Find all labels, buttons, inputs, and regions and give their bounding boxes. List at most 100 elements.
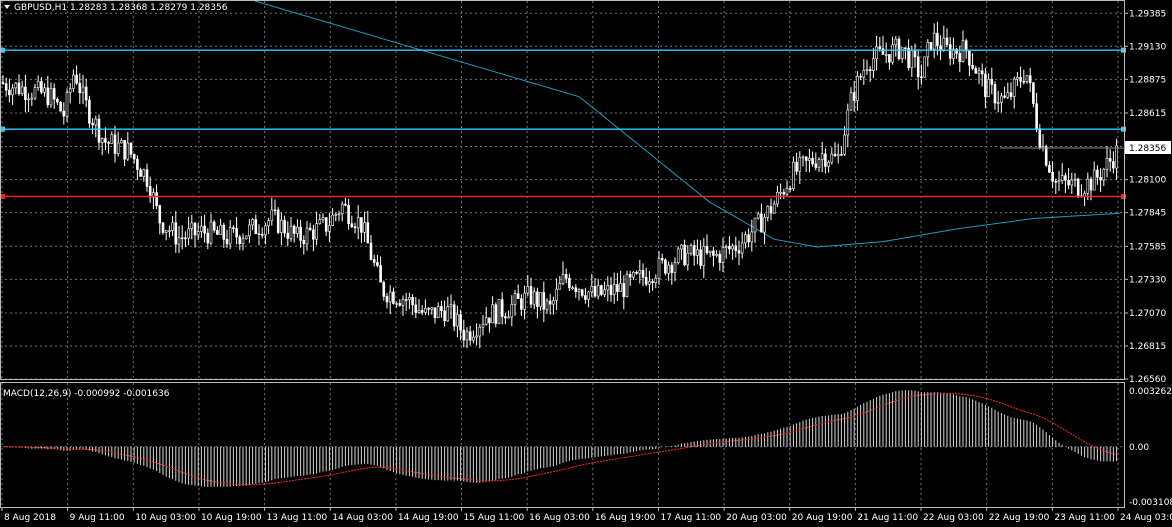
candle-body xyxy=(808,157,811,161)
macd-tick-label: 0.00 xyxy=(1129,443,1149,453)
candle-body xyxy=(817,159,821,168)
candle-body xyxy=(452,304,456,327)
candle-body xyxy=(472,336,475,341)
candle-body xyxy=(513,293,517,305)
candle-body xyxy=(440,306,443,311)
candle-body xyxy=(891,44,894,63)
candle-body xyxy=(843,134,846,155)
candle-body xyxy=(692,245,696,256)
candle-body xyxy=(283,219,286,234)
candle-body xyxy=(1025,75,1029,82)
candle-body xyxy=(1022,80,1026,83)
horizontal-levels-layer[interactable] xyxy=(0,47,1126,199)
candle-body xyxy=(593,286,597,297)
candle-body xyxy=(462,329,466,341)
dropdown-triangle-icon[interactable] xyxy=(4,5,10,9)
time-tick-label: 14 Aug 19:00 xyxy=(398,513,459,523)
candle-body xyxy=(750,231,754,243)
candle-body xyxy=(411,297,414,306)
candle-body xyxy=(603,289,606,295)
candle-body xyxy=(212,221,216,231)
candle-body xyxy=(222,224,226,240)
candle-body xyxy=(219,224,222,235)
time-axis[interactable]: 8 Aug 2018 9 Aug 11:00 10 Aug 03:00 10 Aug … xyxy=(1,507,1172,523)
price-tick-label: 1.28875 xyxy=(1129,75,1166,85)
current-price-label: 1.28356 xyxy=(1129,144,1166,154)
candle-body xyxy=(110,134,114,144)
candle-body xyxy=(289,225,293,239)
candle-body xyxy=(401,299,405,306)
price-tick-label: 1.27330 xyxy=(1129,275,1166,285)
candle-body xyxy=(1057,180,1061,183)
candle-body xyxy=(548,300,552,305)
candle-body xyxy=(376,262,379,266)
candle-body xyxy=(510,304,514,318)
candle-body xyxy=(433,307,437,319)
candle-body xyxy=(760,213,763,233)
candle-body xyxy=(414,304,418,313)
candle-body xyxy=(148,186,152,198)
candle-body xyxy=(795,161,798,172)
candle-body xyxy=(232,227,235,229)
candle-body xyxy=(142,169,146,177)
candle-body xyxy=(136,158,139,171)
candle-body xyxy=(286,232,290,239)
candle-body xyxy=(542,292,546,310)
candle-body xyxy=(584,295,587,300)
candle-body xyxy=(68,88,72,93)
candle-body xyxy=(97,118,101,143)
candle-body xyxy=(782,191,786,195)
candle-body xyxy=(980,70,984,75)
candle-body xyxy=(46,87,50,106)
candle-body xyxy=(436,306,440,319)
candle-body xyxy=(1102,168,1106,181)
candle-body xyxy=(516,293,520,299)
macd-tick-label: -0.003108 xyxy=(1129,498,1172,508)
candle-body xyxy=(177,237,181,245)
candle-body xyxy=(814,163,818,168)
candle-body xyxy=(840,153,843,156)
candle-body xyxy=(1035,103,1038,129)
price-axis[interactable]: 1.29385 1.29130 1.28875 1.28615 1.28100 1.278… xyxy=(1124,9,1166,385)
candle-body xyxy=(225,239,229,245)
candle-body xyxy=(369,242,373,260)
candle-body xyxy=(1000,95,1003,103)
candle-body xyxy=(625,274,629,297)
candle-body xyxy=(545,300,549,310)
candle-body xyxy=(292,225,296,234)
candle-body xyxy=(244,235,248,240)
candle-body xyxy=(1092,169,1096,191)
candle-body xyxy=(427,308,430,310)
candle-body xyxy=(699,249,702,266)
time-tick-label: 22 Aug 03:00 xyxy=(923,513,984,523)
candle-body xyxy=(488,317,491,324)
candle-body xyxy=(280,219,283,233)
price-tick-label: 1.26560 xyxy=(1129,375,1166,385)
macd-axis: 0.003262 0.00 -0.003108 xyxy=(1129,387,1172,508)
candle-body xyxy=(968,50,971,66)
candle-body xyxy=(686,252,690,266)
price-tick-label: 1.27585 xyxy=(1129,242,1166,252)
candle-body xyxy=(705,246,709,253)
candle-body xyxy=(942,37,946,51)
candle-body xyxy=(296,226,299,234)
candle-body xyxy=(158,205,162,224)
candle-body xyxy=(155,192,158,206)
candle-body xyxy=(523,292,526,310)
chart-canvas[interactable]: 1.29385 1.29130 1.28875 1.28615 1.28100 1.278… xyxy=(0,0,1172,527)
candle-body xyxy=(996,102,1000,104)
candle-body xyxy=(846,109,850,136)
current-price-tag: 1.28356 xyxy=(1000,141,1171,154)
price-tick-label: 1.29385 xyxy=(1129,9,1166,19)
candle-body xyxy=(443,310,446,322)
candle-body xyxy=(526,286,530,294)
candle-body xyxy=(1076,178,1080,196)
candle-body xyxy=(616,284,619,292)
candle-body xyxy=(1083,193,1086,197)
candle-body xyxy=(171,222,174,231)
candle-body xyxy=(868,69,872,71)
candles-layer xyxy=(1,21,1118,349)
candle-body xyxy=(235,228,238,238)
candle-body xyxy=(392,291,395,304)
candle-body xyxy=(190,222,194,229)
